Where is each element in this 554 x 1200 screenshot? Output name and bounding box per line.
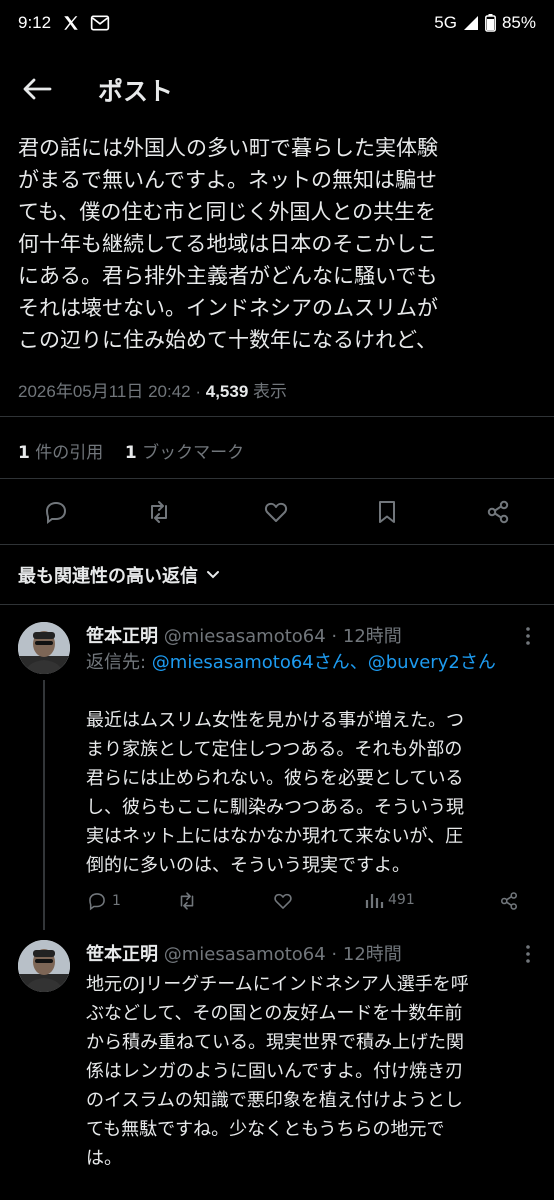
- signal-icon: [463, 16, 478, 30]
- status-time: 9:12: [18, 13, 52, 32]
- battery-label: 85%: [501, 13, 536, 32]
- like-button[interactable]: [272, 890, 294, 912]
- views-button[interactable]: 491: [364, 890, 415, 910]
- share-icon[interactable]: [484, 498, 512, 526]
- status-notification-icons: [62, 14, 110, 32]
- views-count: 4,539: [205, 382, 249, 401]
- status-right: 5G 85%: [434, 13, 536, 33]
- retweet-icon[interactable]: [145, 498, 173, 526]
- post-meta: 2026年05月11日 20:42 · 4,539 表示: [18, 377, 287, 402]
- meta-separator: ·: [190, 382, 206, 401]
- author-name[interactable]: 笹本正明: [86, 626, 158, 647]
- post-text-line: にある。君ら排外主義者がどんなに騒いでも: [18, 264, 438, 288]
- post-text-line: ても、僕の住む市と同じく外国人との共生を: [18, 200, 437, 224]
- sort-label: 最も関連性の高い返信: [18, 566, 198, 587]
- quotes-count: 1: [18, 443, 30, 463]
- post-text-line: 君の話には外国人の多い町で暮らした実体験: [18, 136, 438, 160]
- bookmarks-count: 1: [124, 443, 137, 463]
- reply-text-line: 君らには止められない。彼らを必要としている: [86, 768, 464, 789]
- reply-time: · 12時間: [331, 626, 402, 647]
- reply-button[interactable]: 1: [86, 890, 121, 912]
- views-label: 表示: [253, 382, 288, 401]
- reply-action-bar: 1 491: [86, 890, 536, 916]
- avatar-image: [18, 622, 70, 674]
- reply-icon: [89, 893, 105, 911]
- avatar-image: [18, 940, 70, 992]
- avatar[interactable]: [18, 622, 70, 674]
- reply-text-line: 実はネット上にはなかなか現れて来ないが、圧: [86, 826, 464, 847]
- back-arrow-icon[interactable]: [20, 74, 54, 104]
- post-text-line: それは壊せない。インドネシアのムスリムが: [18, 296, 438, 320]
- post-stats: 1 件の引用 1 ブックマーク: [18, 438, 244, 463]
- network-label: 5G: [434, 13, 457, 32]
- reply-item[interactable]: 笹本正明 @miesasamoto64 · 12時間 返信先: @miesasa…: [0, 604, 554, 930]
- bookmarks-label: ブックマーク: [142, 443, 245, 463]
- replying-to: 返信先: @miesasamoto64さん、@buvery2さん: [86, 649, 536, 677]
- more-options-icon[interactable]: [522, 944, 534, 964]
- reply-header: 笹本正明 @miesasamoto64 · 12時間: [86, 940, 402, 966]
- share-icon: [500, 892, 518, 910]
- retweet-button[interactable]: [176, 890, 198, 912]
- post-text: 君の話には外国人の多い町で暮らした実体験 がまるで無いんですよ。ネットの無知は騙…: [18, 132, 540, 356]
- author-handle[interactable]: @miesasamoto64: [164, 626, 326, 647]
- reply-text: 地元のJリーグチームにインドネシア人選手を呼 ぶなどして、その国との友好ムードを…: [86, 970, 469, 1173]
- x-logo-icon: [64, 16, 78, 30]
- quotes-stat[interactable]: 1 件の引用: [18, 443, 103, 463]
- reply-count: 1: [112, 893, 121, 909]
- reply-text-line: 最近はムスリム女性を見かける事が増えた。つ: [86, 710, 464, 731]
- reply-icon[interactable]: [42, 498, 70, 526]
- like-icon[interactable]: [262, 498, 290, 526]
- reply-header: 笹本正明 @miesasamoto64 · 12時間: [86, 622, 402, 648]
- reply-views-count: 491: [388, 892, 415, 908]
- post-text-line: この辺りに住み始めて十数年になるけれど、: [18, 328, 437, 352]
- avatar[interactable]: [18, 940, 70, 992]
- reply-text-line: は。: [86, 1148, 122, 1169]
- like-icon: [274, 893, 292, 909]
- reply-text-line: まり家族として定住しつつある。それも外部の: [86, 739, 463, 760]
- bookmarks-stat[interactable]: 1 ブックマーク: [125, 443, 244, 463]
- reply-text-line: し、彼らもここに馴染みつつある。そういう現: [86, 797, 464, 818]
- retweet-icon: [180, 892, 194, 910]
- top-bar: ポスト: [0, 62, 554, 116]
- quotes-label: 件の引用: [35, 443, 104, 463]
- divider: [0, 416, 554, 417]
- status-bar: 9:12 5G 85%: [0, 0, 554, 50]
- reply-text: 最近はムスリム女性を見かける事が増えた。つ まり家族として定住しつつある。それも…: [86, 706, 464, 880]
- battery-icon: [485, 14, 496, 32]
- reply-text-line: のイスラムの知識で悪印象を植え付けようとし: [86, 1090, 463, 1111]
- post-timestamp[interactable]: 2026年05月11日 20:42: [18, 382, 191, 401]
- reply-text-line: から積み重ねている。現実世界で積み上げた関: [86, 1032, 464, 1053]
- reply-text-line: 係はレンガのように固いんですよ。付け焼き刃: [86, 1061, 464, 1082]
- bookmark-icon[interactable]: [373, 498, 401, 526]
- more-options-icon[interactable]: [522, 626, 534, 646]
- author-handle[interactable]: @miesasamoto64: [164, 944, 326, 965]
- reply-time: · 12時間: [331, 944, 402, 965]
- share-button[interactable]: [498, 890, 520, 912]
- reply-sort-selector[interactable]: 最も関連性の高い返信: [18, 562, 220, 588]
- analytics-icon: [365, 894, 384, 908]
- mention-link[interactable]: @miesasamoto64さん: [152, 652, 350, 673]
- post-text-line: がまるで無いんですよ。ネットの無知は騙せ: [18, 168, 437, 192]
- reply-text-line: 地元のJリーグチームにインドネシア人選手を呼: [86, 974, 469, 995]
- mention-separator: 、: [349, 652, 368, 673]
- mail-icon: [90, 15, 110, 31]
- post-text-line: 何十年も継続してる地域は日本のそこかしこ: [18, 232, 438, 256]
- page-title: ポスト: [98, 77, 174, 106]
- thread-line: [43, 680, 45, 930]
- divider: [0, 544, 554, 545]
- post-action-bar: [0, 494, 554, 530]
- reply-text-line: 倒的に多いのは、そういう現実ですよ。: [86, 855, 410, 876]
- reply-text-line: ぶなどして、その国との友好ムードを十数年前: [86, 1003, 463, 1024]
- replying-to-prefix: 返信先:: [86, 652, 152, 673]
- author-name[interactable]: 笹本正明: [86, 944, 158, 965]
- reply-text-line: ても無駄ですね。少なくともうちらの地元で: [86, 1119, 445, 1140]
- mention-link[interactable]: @buvery2さん: [368, 652, 496, 673]
- chevron-down-icon: [207, 571, 219, 579]
- divider: [0, 478, 554, 479]
- reply-item[interactable]: 笹本正明 @miesasamoto64 · 12時間 地元のJリーグチームにイン…: [0, 930, 554, 1200]
